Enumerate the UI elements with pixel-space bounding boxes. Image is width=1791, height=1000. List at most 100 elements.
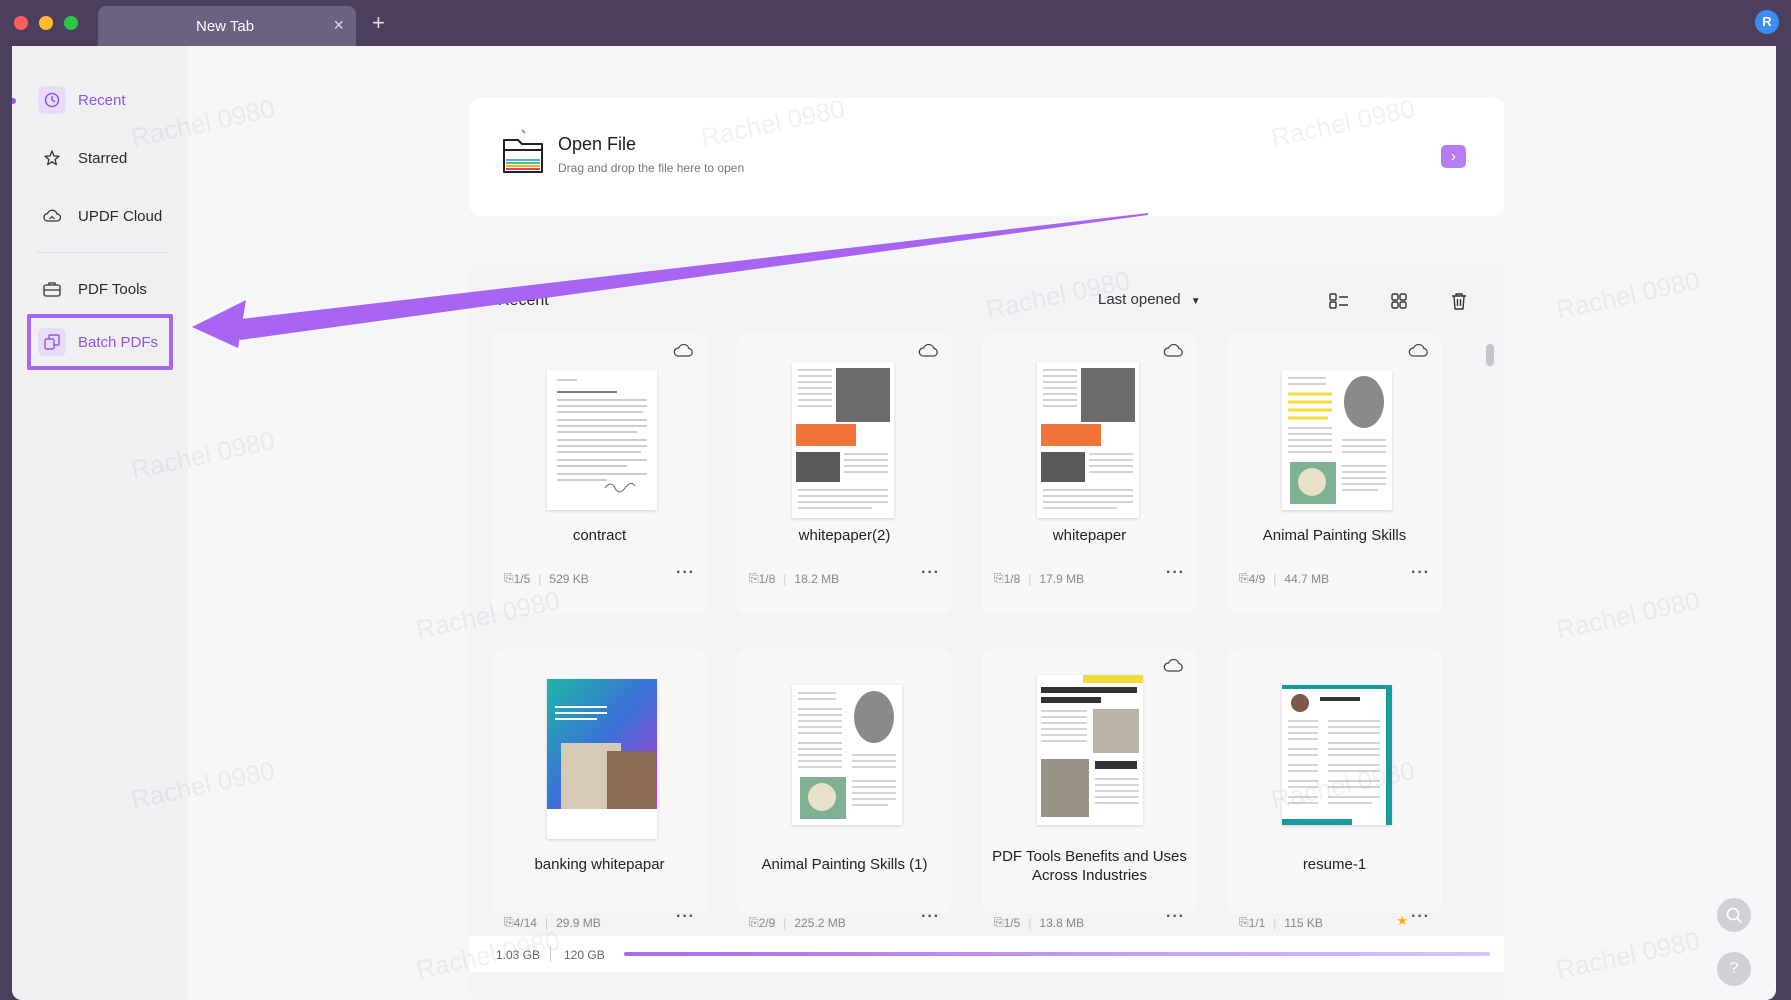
cloud-upload-icon[interactable]	[1163, 657, 1185, 678]
more-options-icon[interactable]: ···	[1166, 564, 1185, 582]
sort-dropdown[interactable]: Last opened ▼	[1098, 291, 1201, 308]
document-thumbnail	[547, 679, 657, 839]
storage-total: 120 GB	[564, 948, 605, 962]
sidebar-item-updf-cloud[interactable]: UPDF Cloud	[36, 196, 174, 236]
file-card-animal-painting-skills[interactable]: Animal Painting Skills ⎘ 4/9 | 44.7 MB ···	[1227, 334, 1442, 614]
more-options-icon[interactable]: ···	[1166, 908, 1185, 926]
page-count: 2/9	[758, 915, 776, 930]
caret-down-icon: ▼	[1190, 296, 1201, 307]
title-bar: New Tab × + R	[0, 0, 1791, 46]
new-tab-button[interactable]: +	[372, 10, 385, 36]
divider	[550, 946, 551, 962]
list-view-button[interactable]	[1324, 286, 1354, 316]
scrollbar[interactable]	[1486, 344, 1494, 366]
list-view-icon	[1329, 293, 1348, 309]
cloud-upload-icon[interactable]	[673, 342, 695, 363]
page-icon: ⎘	[994, 571, 1004, 585]
file-card-pdf-tools-benefits[interactable]: PDF Tools Benefits and Uses Across Indus…	[982, 649, 1197, 930]
page-count: 4/9	[1248, 571, 1266, 586]
sidebar-item-label: Recent	[78, 91, 126, 109]
document-thumbnail	[792, 362, 894, 518]
file-card-resume-1[interactable]: resume-1 ⎘ 1/1 | 115 KB ★ ···	[1227, 649, 1442, 930]
document-thumbnail	[792, 685, 902, 825]
grid-view-button[interactable]	[1384, 286, 1414, 316]
file-size: 29.9 MB	[556, 915, 601, 930]
file-name: resume-1	[1302, 856, 1367, 873]
sidebar-item-starred[interactable]: Starred	[36, 138, 174, 178]
page-count: 4/14	[513, 915, 537, 930]
minimize-window-button[interactable]	[39, 16, 53, 30]
more-options-icon[interactable]: ···	[921, 564, 940, 582]
page-icon: ⎘	[504, 571, 514, 585]
star-icon[interactable]: ★	[1396, 913, 1408, 929]
browser-tab[interactable]: New Tab ×	[98, 6, 356, 46]
trash-icon	[1452, 293, 1466, 310]
sidebar-item-label: UPDF Cloud	[78, 207, 163, 225]
active-indicator	[12, 98, 16, 104]
file-card-banking-whitepapar[interactable]: banking whitepapar ⎘ 4/14 | 29.9 MB ···	[492, 649, 707, 930]
page-count: 1/8	[758, 571, 776, 586]
file-meta: ⎘ 4/9 | 44.7 MB	[1239, 571, 1330, 586]
cloud-upload-icon[interactable]	[918, 342, 940, 363]
file-size: 529 KB	[549, 571, 589, 586]
cloud-upload-icon[interactable]	[1408, 342, 1430, 363]
file-meta: ⎘ 1/5 | 529 KB	[504, 571, 589, 586]
avatar[interactable]: R	[1755, 10, 1779, 34]
page-icon: ⎘	[749, 571, 759, 585]
more-options-icon[interactable]: ···	[676, 908, 695, 926]
document-thumbnail	[1282, 370, 1392, 510]
search-button[interactable]	[1717, 898, 1751, 932]
close-window-button[interactable]	[14, 16, 28, 30]
cloud-upload-icon[interactable]	[1163, 342, 1185, 363]
more-options-icon[interactable]: ···	[921, 908, 940, 926]
open-file-card[interactable]: Open File Drag and drop the file here to…	[470, 98, 1504, 216]
sidebar-item-pdf-tools[interactable]: PDF Tools	[36, 269, 174, 309]
file-card-animal-painting-skills-1[interactable]: Animal Painting Skills (1) ⎘ 2/9 | 225.2 M…	[737, 649, 952, 930]
page-count: 1/5	[1003, 915, 1021, 930]
document-thumbnail	[1037, 362, 1139, 518]
folder-icon	[500, 128, 546, 181]
help-button[interactable]: ?	[1717, 952, 1751, 986]
file-name: Animal Painting Skills	[1262, 527, 1407, 544]
chevron-right-icon[interactable]: ›	[1441, 145, 1466, 168]
page-icon: ⎘	[749, 915, 759, 929]
file-size: 115 KB	[1284, 915, 1323, 930]
app-window: Recent Starred UPDF Cloud PDF Tools Batc…	[12, 46, 1776, 1000]
file-name: PDF Tools Benefits and Uses Across Indus…	[992, 848, 1187, 884]
file-meta: ⎘ 1/5 | 13.8 MB	[994, 915, 1085, 930]
file-card-contract[interactable]: contract ⎘ 1/5 | 529 KB ···	[492, 334, 707, 614]
file-size: 225.2 MB	[794, 915, 846, 930]
sidebar-item-recent[interactable]: Recent	[36, 80, 174, 120]
file-name: Animal Painting Skills (1)	[761, 856, 928, 873]
trash-button[interactable]	[1444, 286, 1474, 316]
recent-panel: Recent Last opened ▼ contract ⎘ 1/5 | 52…	[470, 264, 1504, 1000]
page-icon: ⎘	[1239, 915, 1249, 929]
question-icon: ?	[1729, 960, 1739, 977]
page-icon: ⎘	[994, 915, 1004, 929]
close-tab-icon[interactable]: ×	[333, 15, 344, 36]
file-meta: ⎘ 1/8 | 18.2 MB	[749, 571, 840, 586]
more-options-icon[interactable]: ···	[1411, 908, 1430, 926]
file-card-whitepaper-2[interactable]: whitepaper(2) ⎘ 1/8 | 18.2 MB ···	[737, 334, 952, 614]
storage-progress	[624, 952, 1490, 956]
sidebar-item-label: PDF Tools	[78, 280, 147, 298]
storage-progress-fill	[624, 952, 1490, 956]
clock-icon	[38, 86, 66, 114]
file-meta: ⎘ 1/1 | 115 KB	[1239, 915, 1323, 930]
zoom-window-button[interactable]	[64, 16, 78, 30]
cloud-icon	[38, 202, 66, 230]
file-name: whitepaper(2)	[798, 527, 891, 544]
sidebar: Recent Starred UPDF Cloud PDF Tools Batc…	[12, 46, 188, 1000]
document-thumbnail	[1282, 685, 1392, 825]
more-options-icon[interactable]: ···	[676, 564, 695, 582]
more-options-icon[interactable]: ···	[1411, 564, 1430, 582]
search-icon	[1726, 907, 1742, 923]
open-file-subtitle: Drag and drop the file here to open	[558, 161, 745, 175]
file-size: 18.2 MB	[794, 571, 840, 586]
file-card-whitepaper[interactable]: whitepaper ⎘ 1/8 | 17.9 MB ···	[982, 334, 1197, 614]
star-icon	[38, 144, 66, 172]
section-title: Recent	[498, 292, 549, 309]
tab-title: New Tab	[196, 18, 255, 35]
page-icon: ⎘	[1239, 571, 1249, 585]
file-size: 13.8 MB	[1039, 915, 1085, 930]
